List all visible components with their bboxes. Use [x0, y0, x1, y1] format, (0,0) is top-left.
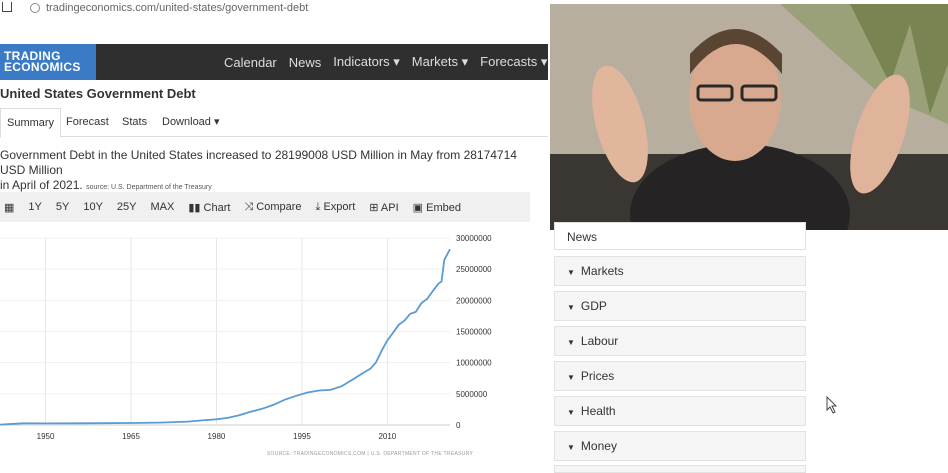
nav-news[interactable]: News	[289, 55, 322, 70]
chart-toolbar: ▦ 1Y 5Y 10Y 25Y MAX ▮▮ Chart ⤨ Compare ⤓…	[0, 192, 530, 222]
grid-icon: ⊞	[369, 201, 381, 214]
compare-button-label: Compare	[256, 200, 302, 213]
tab-forecast[interactable]: Forecast	[60, 108, 115, 136]
range-25y-button[interactable]: 25Y	[117, 201, 137, 213]
x-tick-label: 1995	[293, 432, 311, 441]
sidebar-label-prices: Prices	[580, 369, 615, 383]
debt-chart[interactable]: 1950 1965 1980 1995 2010 30000000 25000000 2000…	[0, 230, 530, 464]
nav-forecasts[interactable]: Forecasts ▾	[480, 54, 547, 70]
caret-down-icon: ▼	[567, 443, 575, 452]
api-button[interactable]: ⊞ API	[369, 201, 398, 214]
embed-button[interactable]: ▣ Embed	[413, 201, 461, 214]
page-title: United States Government Debt	[0, 86, 196, 101]
caret-down-icon: ▼	[567, 303, 575, 312]
y-tick-label: 15000000	[456, 328, 492, 337]
export-button-label: Export	[323, 200, 356, 213]
y-tick-label: 0	[456, 421, 461, 430]
y-tick-label: 30000000	[456, 234, 492, 243]
x-tick-label: 2010	[378, 432, 396, 441]
y-tick-label: 25000000	[456, 265, 492, 274]
nav-calendar[interactable]: Calendar	[224, 55, 277, 70]
sidebar-label-gdp: GDP	[580, 299, 607, 313]
caret-down-icon: ▼	[567, 408, 575, 417]
sidebar-label-money: Money	[580, 439, 617, 453]
source-text: source: U.S. Department of the Treasury	[86, 184, 212, 191]
logo-line2: ECONOMICS	[4, 60, 81, 74]
sidebar-item-news[interactable]: News	[554, 222, 806, 250]
series-line	[0, 248, 451, 426]
chart-button[interactable]: ▮▮ Chart	[188, 201, 230, 214]
tab-download[interactable]: Download ▾	[156, 108, 226, 136]
range-max-button[interactable]: MAX	[151, 201, 175, 213]
y-tick-label: 5000000	[456, 390, 488, 399]
tab-stats[interactable]: Stats	[116, 108, 153, 136]
sidebar-item-gdp[interactable]: ▼ GDP	[554, 291, 806, 321]
chart-button-label: Chart	[203, 201, 231, 214]
description-line1: Government Debt in the United States inc…	[0, 148, 517, 177]
sidebar-label-news: News	[567, 230, 598, 244]
browser-icon	[2, 2, 12, 12]
image-icon: ▣	[412, 201, 427, 214]
sidebar-label-labour: Labour	[580, 334, 619, 348]
tab-bar: Summary Forecast Stats Download ▾	[0, 108, 548, 138]
site-info-icon[interactable]	[30, 3, 40, 13]
webcam-video	[550, 4, 948, 230]
y-tick-label: 10000000	[456, 359, 492, 368]
shuffle-icon: ⤨	[244, 200, 257, 213]
sidebar-label-markets: Markets	[580, 264, 624, 278]
caret-down-icon: ▼	[567, 373, 575, 382]
x-tick-label: 1950	[37, 432, 55, 441]
chart-source-footer: SOURCE: TRADINGECONOMICS.COM | U.S. DEPA…	[267, 451, 474, 457]
compare-button[interactable]: ⤨ Compare	[244, 201, 301, 214]
url-text[interactable]: tradingeconomics.com/united-states/gover…	[46, 2, 308, 14]
nav-markets[interactable]: Markets ▾	[412, 54, 468, 70]
description: Government Debt in the United States inc…	[0, 148, 540, 195]
range-1y-button[interactable]: 1Y	[28, 201, 41, 213]
sidebar-item-money[interactable]: ▼ Money	[554, 431, 806, 461]
x-tick-label: 1980	[208, 432, 226, 441]
sidebar-item-markets[interactable]: ▼ Markets	[554, 256, 806, 286]
nav-indicators[interactable]: Indicators ▾	[333, 54, 400, 70]
sidebar-item-health[interactable]: ▼ Health	[554, 396, 806, 426]
sidebar-item-labour[interactable]: ▼ Labour	[554, 326, 806, 356]
caret-down-icon: ▼	[567, 338, 575, 347]
bar-chart-icon: ▮▮	[188, 201, 204, 214]
browser-address-bar[interactable]: tradingeconomics.com/united-states/gover…	[0, 0, 548, 18]
main-nav: Calendar News Indicators ▾ Markets ▾ For…	[224, 44, 547, 80]
api-button-label: API	[380, 201, 399, 214]
caret-down-icon: ▼	[567, 268, 575, 277]
export-button[interactable]: ⤓ Export	[316, 201, 356, 214]
embed-button-label: Embed	[426, 201, 461, 214]
logo[interactable]: TRADING ECONOMICS	[0, 44, 96, 80]
tab-summary[interactable]: Summary	[0, 108, 62, 138]
y-tick-label: 20000000	[456, 296, 492, 305]
x-tick-label: 1965	[122, 432, 140, 441]
range-10y-button[interactable]: 10Y	[83, 201, 103, 213]
sidebar-item-prices[interactable]: ▼ Prices	[554, 361, 806, 391]
presenter-image	[550, 4, 948, 230]
mouse-cursor-icon	[826, 396, 838, 414]
table-icon[interactable]: ▦	[4, 201, 14, 214]
sidebar-label-health: Health	[580, 404, 616, 418]
range-5y-button[interactable]: 5Y	[56, 201, 69, 213]
description-line2-text: in April of 2021.	[0, 178, 83, 192]
site-header: TRADING ECONOMICS Calendar News Indicato…	[0, 44, 548, 80]
